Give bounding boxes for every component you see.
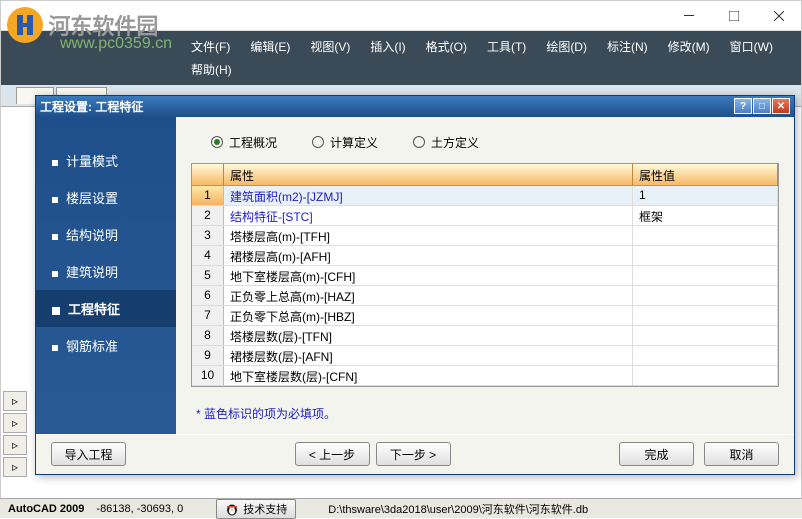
radio-earthwork-definition[interactable]: 土方定义	[413, 134, 479, 151]
menu-tools[interactable]: 工具(T)	[477, 35, 536, 58]
value-cell[interactable]	[633, 246, 778, 265]
table-row[interactable]: 2结构特征-[STC]框架	[192, 206, 778, 226]
value-cell[interactable]	[633, 366, 778, 385]
dialog-title: 工程设置: 工程特征	[40, 98, 734, 115]
table-row[interactable]: 6正负零上总高(m)-[HAZ]	[192, 286, 778, 306]
dialog-help-button[interactable]: ?	[734, 98, 752, 114]
window-maximize-button[interactable]	[711, 2, 756, 30]
row-number: 2	[192, 206, 224, 225]
menu-modify[interactable]: 修改(M)	[658, 35, 720, 58]
menu-window[interactable]: 窗口(W)	[720, 35, 783, 58]
table-row[interactable]: 9裙楼层数(层)-[AFN]	[192, 346, 778, 366]
row-number: 10	[192, 366, 224, 385]
menu-view[interactable]: 视图(V)	[300, 35, 360, 58]
grid-header: 属性 属性值	[192, 164, 778, 186]
previous-button[interactable]: < 上一步	[295, 442, 370, 466]
row-number: 4	[192, 246, 224, 265]
nav-structure-desc[interactable]: 结构说明	[36, 216, 176, 253]
dialog-close-button[interactable]: ✕	[772, 98, 790, 114]
value-cell[interactable]	[633, 226, 778, 245]
radio-group: 工程概况 计算定义 土方定义	[191, 129, 779, 163]
property-cell: 裙楼层数(层)-[AFN]	[224, 346, 633, 365]
header-property: 属性	[224, 164, 633, 185]
nav-project-feature[interactable]: 工程特征	[36, 290, 176, 327]
side-tool-button[interactable]: ▹	[3, 457, 27, 477]
row-number: 5	[192, 266, 224, 285]
value-cell[interactable]	[633, 266, 778, 285]
menu-file[interactable]: 文件(F)	[181, 35, 240, 58]
table-row[interactable]: 10地下室楼层数(层)-[CFN]	[192, 366, 778, 386]
nav-measure-mode[interactable]: 计量模式	[36, 142, 176, 179]
nav-panel: 计量模式 楼层设置 结构说明 建筑说明 工程特征 钢筋标准	[36, 117, 176, 434]
window-minimize-button[interactable]	[666, 2, 711, 30]
value-cell[interactable]	[633, 346, 778, 365]
next-button[interactable]: 下一步 >	[376, 442, 451, 466]
dialog-title-bar[interactable]: 工程设置: 工程特征 ? □ ✕	[36, 96, 794, 117]
property-cell: 建筑面积(m2)-[JZMJ]	[224, 186, 633, 205]
property-cell: 塔楼层高(m)-[TFH]	[224, 226, 633, 245]
row-number: 3	[192, 226, 224, 245]
table-row[interactable]: 7正负零下总高(m)-[HBZ]	[192, 306, 778, 326]
side-tool-button[interactable]: ▹	[3, 391, 27, 411]
menu-draw[interactable]: 绘图(D)	[536, 35, 597, 58]
menu-bar: 文件(F) 编辑(E) 视图(V) 插入(I) 格式(O) 工具(T) 绘图(D…	[1, 31, 801, 85]
project-settings-dialog: 工程设置: 工程特征 ? □ ✕ 计量模式 楼层设置 结构说明 建筑说明 工程特…	[35, 95, 795, 475]
nav-rebar-standard[interactable]: 钢筋标准	[36, 327, 176, 364]
menu-insert[interactable]: 插入(I)	[360, 35, 415, 58]
menu-dimension[interactable]: 标注(N)	[597, 35, 658, 58]
menu-help[interactable]: 帮助(H)	[181, 58, 242, 81]
status-file-path: D:\thsware\3da2018\user\2009\河东软件\河东软件.d…	[308, 501, 794, 517]
content-panel: 工程概况 计算定义 土方定义 属性 属性值 1建筑面积(m2)-[JZMJ]12…	[176, 117, 794, 434]
menu-format[interactable]: 格式(O)	[416, 35, 477, 58]
value-cell[interactable]	[633, 326, 778, 345]
left-tool-strip: ▹ ▹ ▹ ▹	[3, 391, 33, 479]
row-number: 7	[192, 306, 224, 325]
nav-building-desc[interactable]: 建筑说明	[36, 253, 176, 290]
table-row[interactable]: 3塔楼层高(m)-[TFH]	[192, 226, 778, 246]
property-cell: 结构特征-[STC]	[224, 206, 633, 225]
radio-calc-definition[interactable]: 计算定义	[312, 134, 378, 151]
property-cell: 地下室楼层高(m)-[CFH]	[224, 266, 633, 285]
header-rownum	[192, 164, 224, 185]
property-cell: 塔楼层数(层)-[TFN]	[224, 326, 633, 345]
menu-edit[interactable]: 编辑(E)	[240, 35, 300, 58]
finish-button[interactable]: 完成	[619, 442, 694, 466]
row-number: 8	[192, 326, 224, 345]
property-cell: 正负零上总高(m)-[HAZ]	[224, 286, 633, 305]
row-number: 1	[192, 186, 224, 205]
dialog-maximize-button[interactable]: □	[753, 98, 771, 114]
title-bar	[1, 1, 801, 31]
property-cell: 裙楼层高(m)-[AFH]	[224, 246, 633, 265]
window-close-button[interactable]	[756, 2, 801, 30]
side-tool-button[interactable]: ▹	[3, 413, 27, 433]
value-cell[interactable]: 框架	[633, 206, 778, 225]
nav-floor-settings[interactable]: 楼层设置	[36, 179, 176, 216]
table-row[interactable]: 5地下室楼层高(m)-[CFH]	[192, 266, 778, 286]
value-cell[interactable]	[633, 306, 778, 325]
value-cell[interactable]: 1	[633, 186, 778, 205]
side-tool-button[interactable]: ▹	[3, 435, 27, 455]
tech-support-button[interactable]: 技术支持	[216, 499, 296, 519]
table-row[interactable]: 8塔楼层数(层)-[TFN]	[192, 326, 778, 346]
property-grid: 属性 属性值 1建筑面积(m2)-[JZMJ]12结构特征-[STC]框架3塔楼…	[191, 163, 779, 387]
status-coordinates: -86138, -30693, 0	[96, 503, 183, 515]
dialog-footer: 导入工程 < 上一步 下一步 > 完成 取消	[36, 434, 794, 474]
qq-penguin-icon	[225, 502, 239, 516]
property-cell: 地下室楼层数(层)-[CFN]	[224, 366, 633, 385]
radio-project-overview[interactable]: 工程概况	[211, 134, 277, 151]
table-row[interactable]: 1建筑面积(m2)-[JZMJ]1	[192, 186, 778, 206]
hint-text: * 蓝色标识的项为必填项。	[191, 387, 779, 422]
cancel-button[interactable]: 取消	[704, 442, 779, 466]
row-number: 6	[192, 286, 224, 305]
status-bar: AutoCAD 2009 -86138, -30693, 0 技术支持 D:\t…	[0, 498, 802, 518]
status-app-name: AutoCAD 2009	[8, 503, 84, 515]
row-number: 9	[192, 346, 224, 365]
header-value: 属性值	[633, 164, 778, 185]
value-cell[interactable]	[633, 286, 778, 305]
property-cell: 正负零下总高(m)-[HBZ]	[224, 306, 633, 325]
table-row[interactable]: 4裙楼层高(m)-[AFH]	[192, 246, 778, 266]
import-project-button[interactable]: 导入工程	[51, 442, 126, 466]
